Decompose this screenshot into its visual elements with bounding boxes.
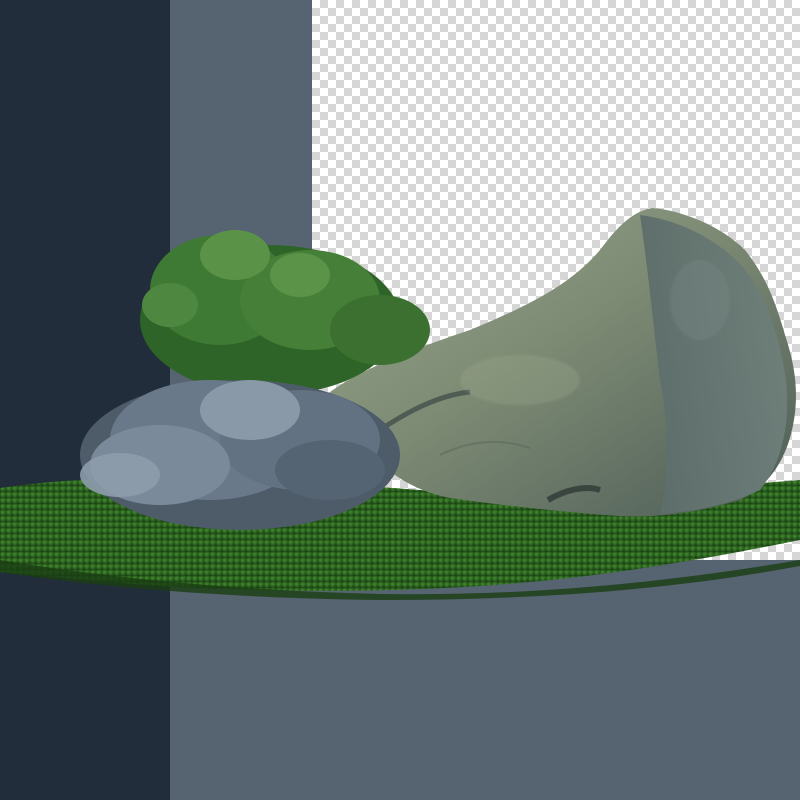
image-canvas [0, 0, 800, 800]
landscape-scene [0, 208, 800, 600]
boulder [330, 208, 796, 517]
blue-gray-shrub [80, 380, 400, 530]
